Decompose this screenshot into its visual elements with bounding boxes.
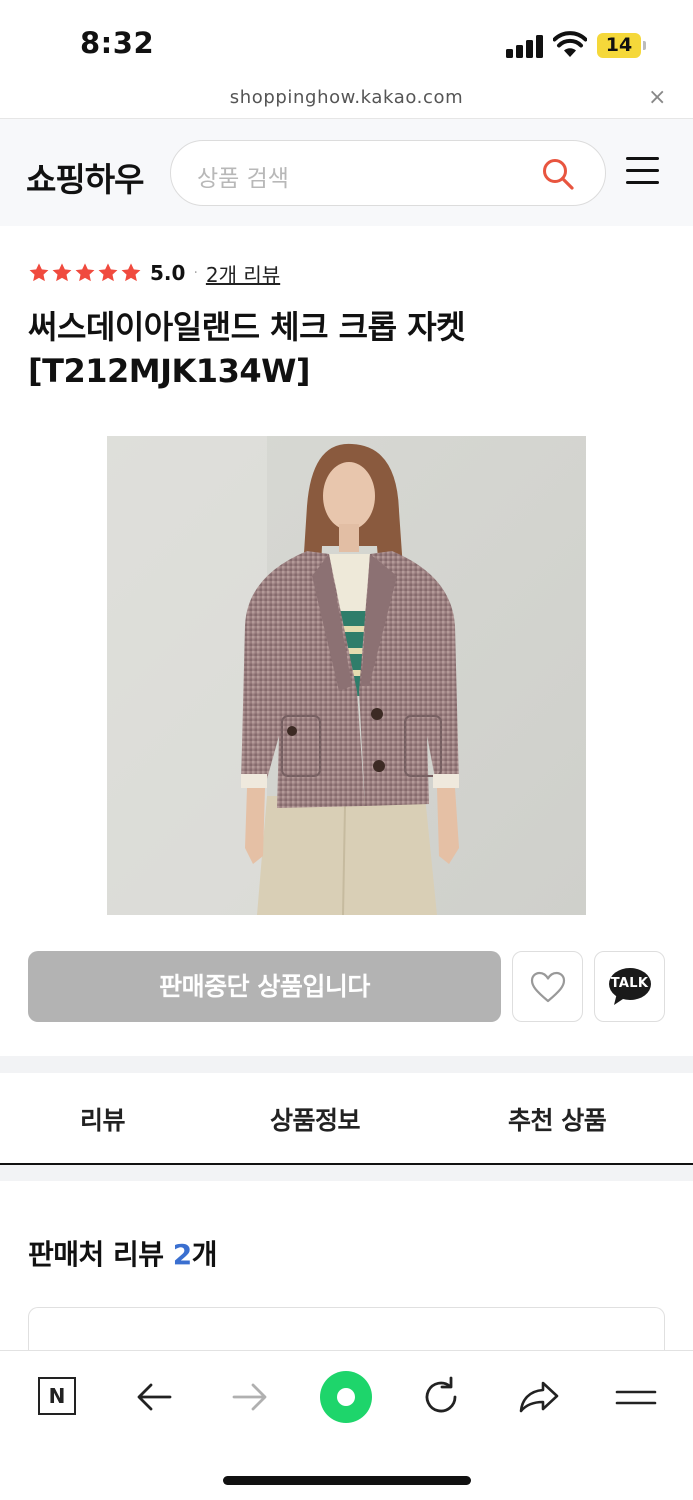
tab-bar: 리뷰 상품정보 추천 상품 (0, 1073, 693, 1165)
sold-out-button[interactable]: 판매중단 상품입니다 (28, 951, 501, 1022)
tab-recommended[interactable]: 추천 상품 (508, 1101, 607, 1137)
status-bar: 8:32 14 (0, 0, 693, 90)
close-icon[interactable]: × (648, 85, 666, 110)
forward-arrow-icon[interactable] (226, 1373, 274, 1421)
bottom-toolbar: N (0, 1350, 693, 1500)
wishlist-button[interactable] (512, 951, 583, 1022)
reviews-count: 2 (172, 1238, 192, 1271)
menu-icon[interactable] (612, 1373, 660, 1421)
naver-home-label: N (48, 1384, 66, 1408)
site-header: 쇼핑하우 상품 검색 (0, 118, 693, 226)
section-divider (0, 1056, 693, 1073)
kakao-talk-share-button[interactable]: TALK (594, 951, 665, 1022)
site-logo[interactable]: 쇼핑하우 (26, 153, 144, 201)
star-icon (98, 263, 118, 282)
battery-indicator: 14 (597, 33, 641, 58)
wifi-icon (553, 31, 587, 57)
status-time: 8:32 (80, 26, 155, 60)
search-icon[interactable] (541, 157, 575, 191)
url-text[interactable]: shoppinghow.kakao.com (0, 87, 693, 108)
refresh-icon[interactable] (417, 1373, 465, 1421)
hamburger-menu-icon[interactable] (626, 155, 660, 185)
tab-reviews[interactable]: 리뷰 (80, 1101, 126, 1137)
home-indicator (223, 1476, 471, 1485)
search-input[interactable]: 상품 검색 (170, 140, 606, 206)
rating-score: 5.0 (150, 261, 186, 285)
star-icon (121, 263, 141, 282)
naver-home-button[interactable]: N (34, 1373, 82, 1421)
star-icon (52, 263, 72, 282)
url-bar[interactable]: shoppinghow.kakao.com × (0, 84, 693, 118)
cellular-signal-icon (506, 34, 544, 58)
green-dot-button[interactable] (318, 1369, 374, 1425)
search-placeholder[interactable]: 상품 검색 (197, 159, 289, 193)
share-icon[interactable] (515, 1373, 563, 1421)
rating-row: 5.0 · 2개 리뷰 (28, 258, 280, 288)
product-title: 써스데이아일랜드 체크 크롭 자켓 [T212MJK134W] (28, 308, 466, 390)
rating-separator: · (193, 265, 198, 281)
talk-label: TALK (610, 976, 649, 991)
reviews-heading-suffix: 개 (191, 1238, 218, 1271)
rating-stars (28, 262, 142, 284)
section-divider (0, 1165, 693, 1181)
reviews-heading-label: 판매처 리뷰 (28, 1238, 173, 1271)
star-icon (29, 263, 49, 282)
product-image[interactable] (107, 436, 586, 915)
heart-icon (530, 971, 566, 1003)
review-count-link[interactable]: 2개 리뷰 (206, 259, 280, 288)
reviews-heading: 판매처 리뷰 2개 (28, 1233, 218, 1273)
back-arrow-icon[interactable] (130, 1373, 178, 1421)
tab-product-info[interactable]: 상품정보 (270, 1101, 361, 1137)
battery-cap (643, 41, 646, 50)
star-icon (75, 263, 95, 282)
